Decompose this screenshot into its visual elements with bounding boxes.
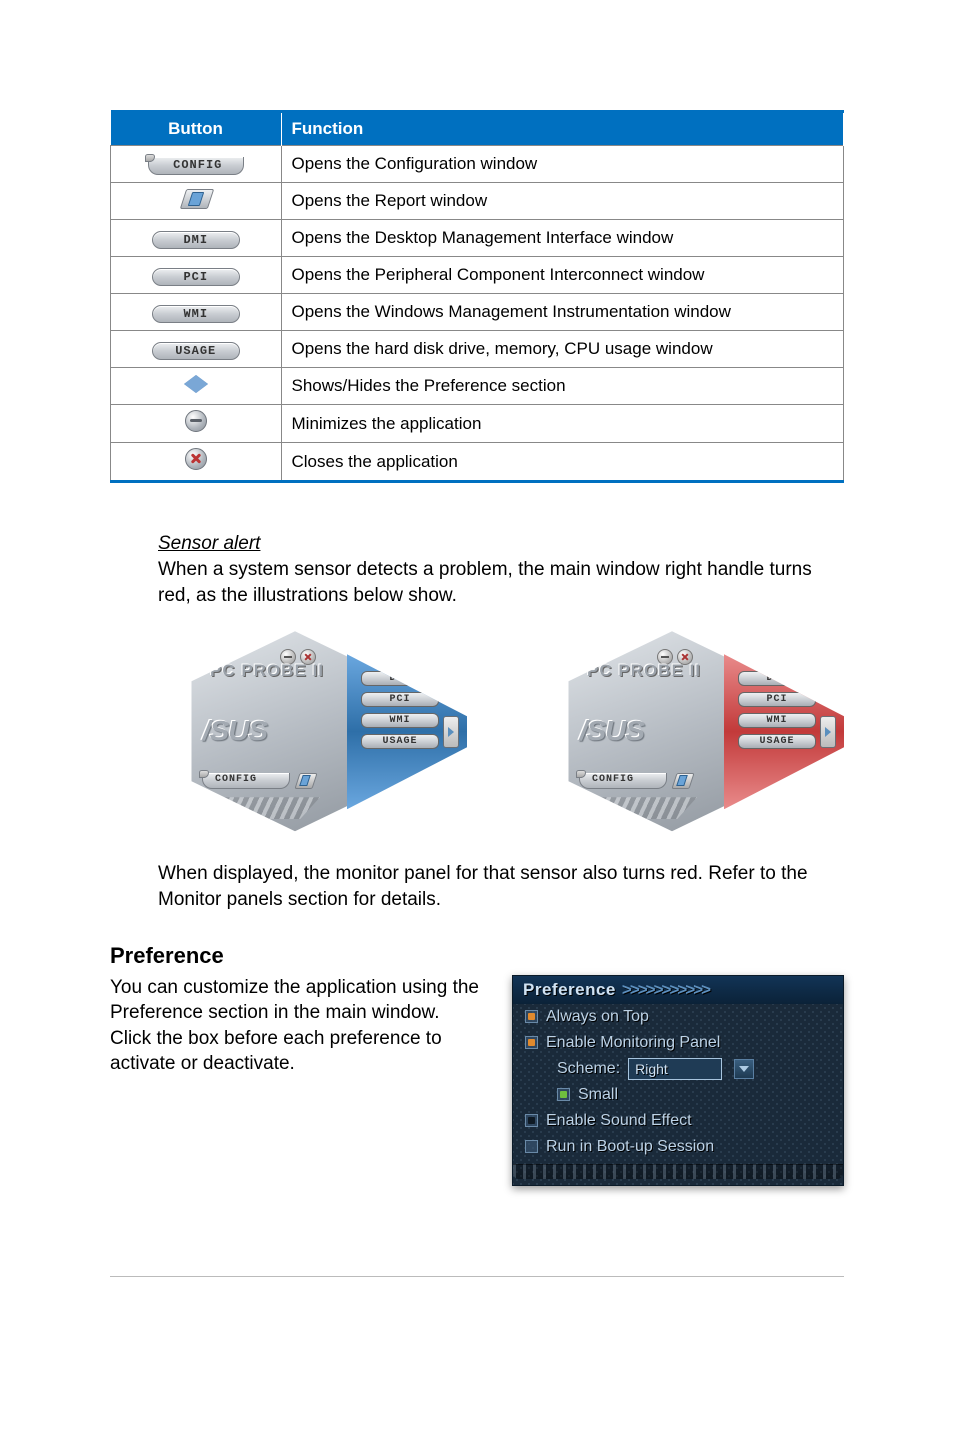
function-cell: Minimizes the application [281,405,844,443]
preference-panel: Preference >>>>>>>>>>> Always on Top Ena… [512,975,844,1186]
wmi-button-depiction: WMI [152,305,240,323]
pc-probe-title: PC PROBE II [587,661,701,681]
pref-label: Enable Monitoring Panel [546,1034,720,1052]
table-row: CONFIG Opens the Configuration window [111,146,844,183]
checkbox-checked-icon[interactable] [525,1114,538,1127]
report-icon [670,773,694,789]
usage-slot: USAGE [738,734,816,749]
pref-label: Small [578,1086,618,1104]
button-function-table: Button Function CONFIG Opens the Configu… [110,110,844,483]
function-cell: Closes the application [281,443,844,482]
function-cell: Opens the Configuration window [281,146,844,183]
preference-paragraph: You can customize the application using … [110,975,482,1078]
panel-footer-grip-icon [513,1164,843,1179]
pref-label: Always on Top [546,1008,649,1026]
asus-logo: /SUS [202,715,266,747]
pref-item-run-boot[interactable]: Run in Boot-up Session [513,1134,843,1160]
pci-button-depiction: PCI [152,268,240,286]
dropdown-icon[interactable] [734,1059,754,1079]
checkbox-checked-icon[interactable] [525,1036,538,1049]
chevron-right-icon: >>>>>>>>>>> [622,980,709,1000]
expand-handle-icon [820,716,836,748]
table-row: PCI Opens the Peripheral Component Inter… [111,257,844,294]
pc-probe-window-normal: PC PROBE II /SUS CONFIG DMI PCI WMI USAG… [180,626,467,836]
preference-heading: Preference [110,943,844,969]
dmi-slot: DMI [738,671,816,686]
table-row: WMI Opens the Windows Management Instrum… [111,294,844,331]
dmi-slot: DMI [361,671,439,686]
table-row: Minimizes the application [111,405,844,443]
pref-item-small[interactable]: Small [513,1082,843,1108]
sensor-alert-paragraph-2: When displayed, the monitor panel for th… [158,861,844,912]
config-button: CONFIG [202,773,290,789]
pref-label: Enable Sound Effect [546,1112,692,1130]
pc-probe-window-alert: PC PROBE II /SUS CONFIG DMI PCI WMI USAG… [557,626,844,836]
sensor-alert-heading: Sensor alert [158,533,844,555]
table-row: USAGE Opens the hard disk drive, memory,… [111,331,844,368]
left-right-arrows-icon [184,375,208,393]
expand-handle-icon [443,716,459,748]
table-row: DMI Opens the Desktop Management Interfa… [111,220,844,257]
wmi-slot: WMI [361,713,439,728]
close-icon [185,448,207,470]
config-button: CONFIG [579,773,667,789]
dmi-button-depiction: DMI [152,231,240,249]
table-row: Shows/Hides the Preference section [111,368,844,405]
function-cell: Shows/Hides the Preference section [281,368,844,405]
checkbox-unchecked-icon[interactable] [525,1140,538,1153]
pref-item-scheme[interactable]: Scheme: Right [513,1056,843,1082]
pref-item-enable-sound[interactable]: Enable Sound Effect [513,1108,843,1134]
table-row: Opens the Report window [111,183,844,220]
right-handle-alert: DMI PCI WMI USAGE [724,654,844,809]
pref-label: Run in Boot-up Session [546,1138,714,1156]
asus-logo: /SUS [579,715,643,747]
report-icon [293,773,317,789]
preference-panel-header: Preference >>>>>>>>>>> [513,976,843,1004]
scheme-label: Scheme: [557,1060,620,1078]
page-divider [110,1276,844,1277]
pci-slot: PCI [738,692,816,707]
pc-probe-title: PC PROBE II [210,661,324,681]
minimize-icon [185,410,207,432]
table-row: Closes the application [111,443,844,482]
table-header-button: Button [111,112,282,146]
config-button-depiction: CONFIG [148,157,244,175]
checkbox-checked-icon[interactable] [525,1010,538,1023]
function-cell: Opens the Windows Management Instrumenta… [281,294,844,331]
pci-slot: PCI [361,692,439,707]
usage-button-depiction: USAGE [152,342,240,360]
usage-slot: USAGE [361,734,439,749]
table-header-function: Function [281,112,844,146]
report-icon [173,189,219,209]
function-cell: Opens the Desktop Management Interface w… [281,220,844,257]
function-cell: Opens the Peripheral Component Interconn… [281,257,844,294]
pref-item-always-on-top[interactable]: Always on Top [513,1004,843,1030]
preference-panel-title: Preference [523,980,616,1000]
pref-item-enable-monitoring[interactable]: Enable Monitoring Panel [513,1030,843,1056]
checkbox-checked-icon[interactable] [557,1088,570,1101]
function-cell: Opens the Report window [281,183,844,220]
wmi-slot: WMI [738,713,816,728]
right-handle-normal: DMI PCI WMI USAGE [347,654,467,809]
sensor-alert-paragraph-1: When a system sensor detects a problem, … [158,557,844,608]
scheme-select[interactable]: Right [628,1058,722,1080]
function-cell: Opens the hard disk drive, memory, CPU u… [281,331,844,368]
